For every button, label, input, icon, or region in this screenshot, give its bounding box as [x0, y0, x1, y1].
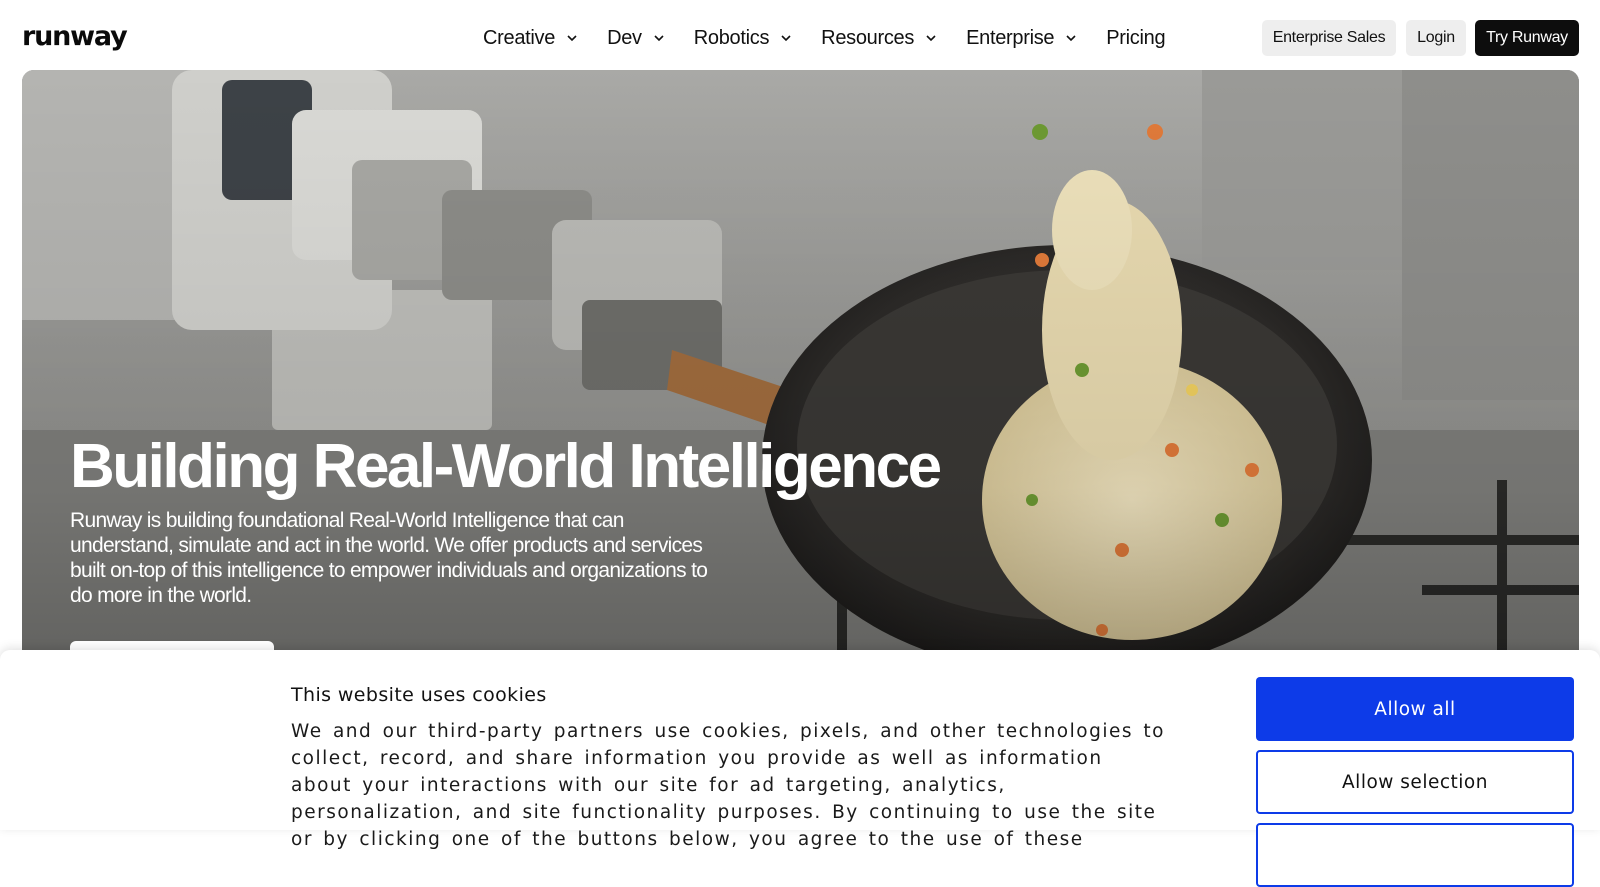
- enterprise-sales-button[interactable]: Enterprise Sales: [1262, 20, 1396, 56]
- cookie-banner: This website uses cookies We and our thi…: [0, 650, 1600, 887]
- runway-logo[interactable]: runway: [22, 22, 128, 52]
- nav-pricing-label: Pricing: [1106, 26, 1166, 49]
- allow-all-button[interactable]: Allow all: [1256, 677, 1574, 741]
- nav-creative[interactable]: Creative: [483, 27, 579, 50]
- chevron-down-icon: [654, 35, 664, 42]
- nav-pricing[interactable]: Pricing: [1106, 27, 1165, 50]
- nav-enterprise-label: Enterprise: [966, 26, 1055, 49]
- site-header: runway Creative Dev Robotics Resources E…: [0, 0, 1600, 72]
- cookie-text: We and our third-party partners use cook…: [291, 721, 1165, 850]
- main-nav: Creative Dev Robotics Resources Enterpri…: [483, 24, 1166, 52]
- hero-description: Runway is building foundational Real-Wor…: [70, 509, 708, 607]
- try-runway-button[interactable]: Try Runway: [1475, 20, 1579, 56]
- cookie-title: This website uses cookies: [291, 684, 547, 706]
- chevron-down-icon: [926, 35, 936, 42]
- hero-title: Building Real-World Intelligence: [70, 432, 942, 501]
- chevron-down-icon: [781, 35, 791, 42]
- allow-selection-button[interactable]: Allow selection: [1256, 750, 1574, 814]
- nav-resources[interactable]: Resources: [821, 27, 938, 50]
- chevron-down-icon: [567, 35, 577, 42]
- nav-dev-label: Dev: [607, 26, 642, 49]
- nav-resources-label: Resources: [821, 26, 915, 49]
- nav-dev[interactable]: Dev: [607, 27, 666, 50]
- nav-enterprise[interactable]: Enterprise: [966, 27, 1078, 50]
- chevron-down-icon: [1066, 35, 1076, 42]
- cookie-third-button[interactable]: [1256, 823, 1574, 887]
- nav-creative-label: Creative: [483, 26, 556, 49]
- nav-robotics-label: Robotics: [693, 26, 770, 49]
- nav-robotics[interactable]: Robotics: [694, 27, 793, 50]
- login-button[interactable]: Login: [1406, 20, 1466, 56]
